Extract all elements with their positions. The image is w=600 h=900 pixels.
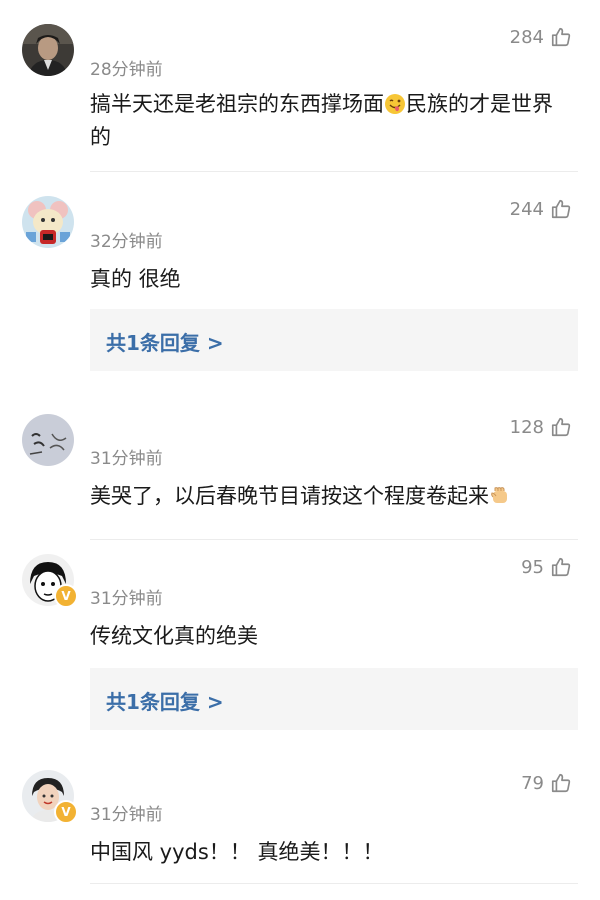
comment-time: 31分钟前	[90, 589, 163, 609]
comment-text: 美哭了，以后春晚节目请按这个程度卷起来	[90, 480, 570, 513]
like-count: 79	[521, 772, 544, 794]
comment-text: 搞半天还是老祖宗的东西撑场面 民族的才是世界的	[90, 92, 553, 149]
comment-item: 32分钟前 244 真的 很绝 共1条回复 >	[0, 172, 600, 398]
tongue-wink-emoji	[384, 92, 406, 114]
like-count: 95	[521, 556, 544, 578]
like-button[interactable]: 95	[521, 556, 572, 578]
comment-time: 28分钟前	[90, 60, 163, 80]
like-button[interactable]: 128	[510, 416, 572, 438]
avatar[interactable]	[22, 24, 74, 76]
avatar[interactable]: V	[22, 770, 78, 824]
divider	[90, 883, 578, 884]
verified-badge: V	[54, 800, 78, 824]
comment-feed: 28分钟前 284 搞半天还是老祖宗的东西撑场面 民族的才是世界的 32分钟前 …	[0, 0, 600, 900]
like-button[interactable]: 284	[510, 26, 572, 48]
comment-text: 真的 很绝	[90, 267, 181, 291]
thumbs-up-icon	[550, 416, 572, 438]
comment-item: V 31分钟前 95 传统文化真的绝美 共1条回复 >	[0, 540, 600, 756]
avatar[interactable]	[22, 414, 74, 466]
verified-badge: V	[54, 584, 78, 608]
thumbs-up-icon	[550, 26, 572, 48]
like-count: 128	[509, 416, 544, 438]
comment-time: 31分钟前	[90, 449, 163, 469]
view-replies-link[interactable]: 共1条回复 >	[106, 686, 224, 715]
comment-item: 31分钟前 128 美哭了，以后春晚节目请按这个程度卷起来	[0, 398, 600, 540]
comment-item: V 31分钟前 79 中国风 yyds！！ 真绝美！！！	[0, 756, 600, 900]
like-button[interactable]: 79	[521, 772, 572, 794]
thumbs-up-icon	[550, 772, 572, 794]
like-count: 284	[509, 26, 544, 48]
reply-box[interactable]: 共1条回复 >	[90, 309, 578, 371]
comment-text: 中国风 yyds！！ 真绝美！！！	[90, 840, 384, 864]
view-replies-link[interactable]: 共1条回复 >	[106, 327, 224, 356]
thumbs-up-icon	[550, 556, 572, 578]
fist-emoji	[489, 484, 511, 506]
comment-text: 传统文化真的绝美	[90, 624, 258, 648]
comment-item: 28分钟前 284 搞半天还是老祖宗的东西撑场面 民族的才是世界的	[0, 0, 600, 172]
thumbs-up-icon	[550, 198, 572, 220]
avatar[interactable]	[22, 196, 74, 248]
avatar[interactable]: V	[22, 554, 78, 608]
reply-box[interactable]: 共1条回复 >	[90, 668, 578, 730]
like-button[interactable]: 244	[510, 198, 572, 220]
like-count: 244	[509, 198, 544, 220]
comment-time: 31分钟前	[90, 805, 163, 825]
comment-time: 32分钟前	[90, 232, 163, 252]
